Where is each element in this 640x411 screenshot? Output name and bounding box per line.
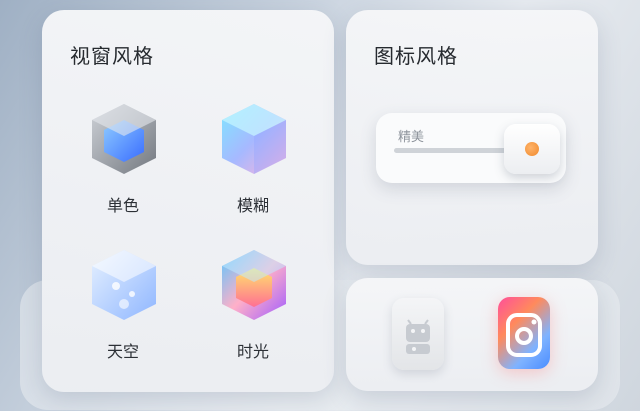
style-option-monochrome[interactable]: 单色 — [68, 100, 178, 240]
slider-label: 精美 — [398, 130, 425, 145]
slider-knob[interactable] — [504, 124, 560, 174]
sky-cube-icon — [92, 250, 156, 320]
time-cube-icon — [222, 250, 286, 320]
slider-track[interactable] — [394, 148, 514, 153]
app-preview-card — [346, 278, 598, 391]
icon-style-slider[interactable]: 精美 — [376, 113, 566, 183]
window-style-title: 视窗风格 — [70, 44, 154, 68]
style-option-label: 模糊 — [236, 196, 269, 215]
icon-style-card: 图标风格 精美 — [346, 10, 598, 265]
blur-cube-icon — [222, 104, 286, 174]
camera-icon — [506, 313, 542, 357]
style-option-label: 单色 — [106, 196, 139, 215]
style-option-sky[interactable]: 天空 — [68, 246, 178, 386]
style-option-blur[interactable]: 模糊 — [198, 100, 308, 240]
monochrome-cube-icon — [92, 104, 156, 174]
slider-dot-icon — [525, 142, 539, 156]
window-style-card: 视窗风格 单色 模糊 天空 时光 — [42, 10, 334, 392]
style-option-label: 时光 — [236, 342, 269, 361]
camera-app-icon[interactable] — [498, 297, 550, 369]
android-app-icon[interactable] — [392, 298, 444, 370]
style-option-time[interactable]: 时光 — [198, 246, 308, 386]
android-icon — [406, 319, 430, 354]
style-option-label: 天空 — [106, 342, 139, 361]
icon-style-title: 图标风格 — [374, 44, 458, 68]
